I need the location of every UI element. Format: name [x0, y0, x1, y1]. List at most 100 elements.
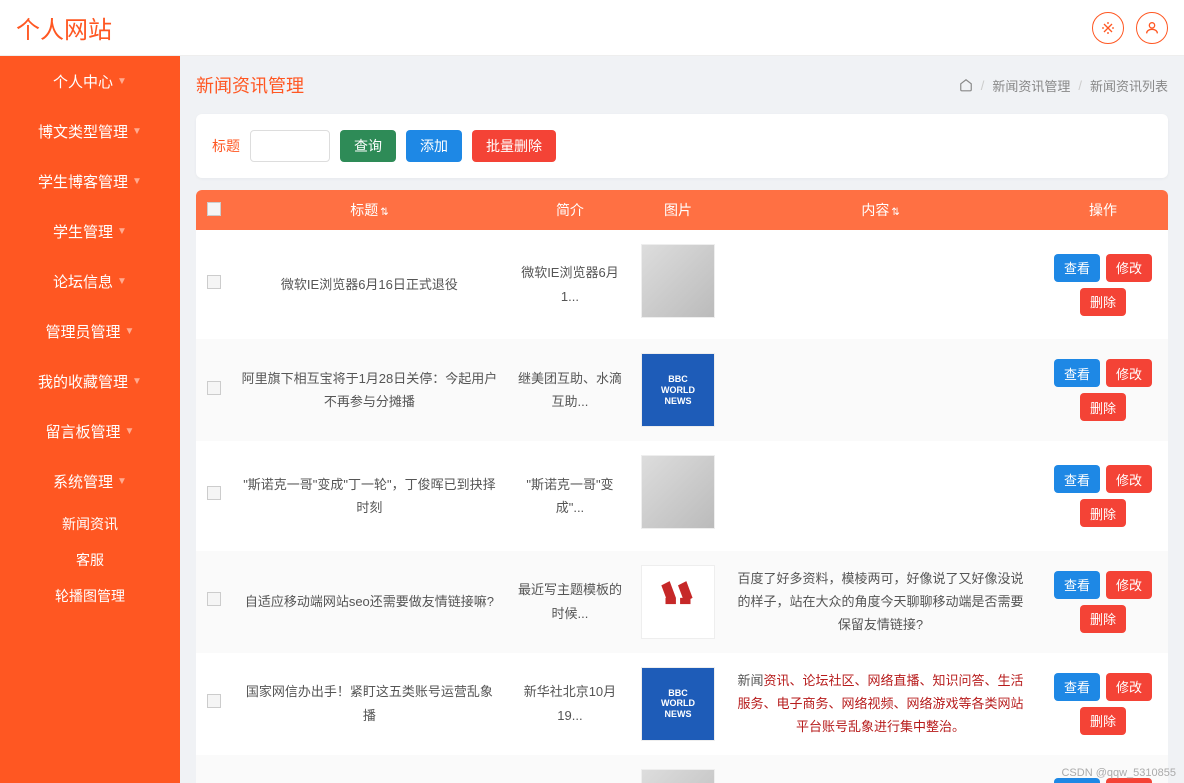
- cell-intro: "斯诺克一哥"变成"...: [507, 441, 633, 550]
- sidebar-sub-service[interactable]: 客服: [0, 542, 180, 578]
- delete-button[interactable]: 删除: [1080, 499, 1126, 527]
- row-checkbox[interactable]: [207, 381, 221, 395]
- sidebar-item-system[interactable]: 系统管理▼: [0, 456, 180, 506]
- row-checkbox[interactable]: [207, 275, 221, 289]
- toolbar-card: 标题 查询 添加 批量删除: [196, 114, 1168, 178]
- view-button[interactable]: 查看: [1054, 254, 1100, 282]
- header: 个人网站: [0, 0, 1184, 56]
- view-button[interactable]: 查看: [1054, 673, 1100, 701]
- col-image: 图片: [633, 190, 723, 230]
- sidebar-item-favorites[interactable]: 我的收藏管理▼: [0, 356, 180, 406]
- search-button[interactable]: 查询: [340, 130, 396, 162]
- sidebar-item-admin[interactable]: 管理员管理▼: [0, 306, 180, 356]
- table-row: 国家网信办出手！紧盯这五类账号运营乱象播新华社北京10月19...BBCWORL…: [196, 653, 1168, 755]
- cell-intro: 新华社北京10月19...: [507, 653, 633, 755]
- col-action: 操作: [1038, 190, 1168, 230]
- sidebar-item-personal[interactable]: 个人中心▼: [0, 56, 180, 106]
- cell-title: 自适应移动端网站seo还需要做友情链接嘛?: [232, 551, 507, 653]
- cell-content: [723, 230, 1038, 339]
- logo: 个人网站: [16, 10, 112, 45]
- chevron-down-icon: ▼: [125, 326, 135, 337]
- delete-button[interactable]: 删除: [1080, 393, 1126, 421]
- add-button[interactable]: 添加: [406, 130, 462, 162]
- thumbnail: [641, 769, 715, 783]
- thumbnail: [641, 455, 715, 529]
- chevron-down-icon: ▼: [132, 176, 142, 187]
- breadcrumb: / 新闻资讯管理 / 新闻资讯列表: [959, 76, 1168, 95]
- watermark: CSDN @qqw_5310855: [1061, 767, 1176, 779]
- table-row: 阿里旗下相互宝将于1月28日关停：今起用户不再参与分摊播继美团互助、水滴互助..…: [196, 339, 1168, 441]
- sort-icon[interactable]: ⇅: [891, 207, 899, 218]
- edit-button[interactable]: 修改: [1106, 778, 1152, 783]
- cell-content: [723, 441, 1038, 550]
- batch-delete-button[interactable]: 批量删除: [472, 130, 556, 162]
- delete-button[interactable]: 删除: [1080, 707, 1126, 735]
- thumbnail: BBCWORLDNEWS: [641, 667, 715, 741]
- sidebar-item-forum[interactable]: 论坛信息▼: [0, 256, 180, 306]
- search-label: 标题: [212, 136, 240, 156]
- table-row: 自适应移动端网站seo还需要做友情链接嘛?最近写主题模板的时候... 百度了好多资…: [196, 551, 1168, 653]
- sort-icon[interactable]: ⇅: [380, 207, 388, 218]
- edit-button[interactable]: 修改: [1106, 571, 1152, 599]
- view-button[interactable]: 查看: [1054, 359, 1100, 387]
- cell-intro: 吴京。1974年出生...: [507, 755, 633, 783]
- cell-content: 百度了好多资料，模棱两可，好像说了又好像没说的样子，站在大众的角度今天聊聊移动端…: [723, 551, 1038, 653]
- sidebar-item-studentblog[interactable]: 学生博客管理▼: [0, 156, 180, 206]
- breadcrumb-item[interactable]: 新闻资讯管理: [992, 76, 1070, 95]
- page-title: 新闻资讯管理: [196, 72, 304, 98]
- col-intro: 简介: [507, 190, 633, 230]
- delete-button[interactable]: 删除: [1080, 288, 1126, 316]
- row-checkbox[interactable]: [207, 694, 221, 708]
- cell-title: 吴京塑造的7个经典角色，很多演员一生难拥有一个经典!: [232, 755, 507, 783]
- sidebar-sub-news[interactable]: 新闻资讯: [0, 506, 180, 542]
- cell-content: 新闻资讯、论坛社区、网络直播、知识问答、生活服务、电子商务、网络视频、网络游戏等…: [723, 653, 1038, 755]
- chevron-down-icon: ▼: [117, 276, 127, 287]
- chevron-down-icon: ▼: [117, 476, 127, 487]
- breadcrumb-item: 新闻资讯列表: [1090, 76, 1168, 95]
- cell-title: "斯诺克一哥"变成"丁一轮"，丁俊晖已到抉择时刻: [232, 441, 507, 550]
- thumbnail: BBCWORLDNEWS: [641, 353, 715, 427]
- edit-button[interactable]: 修改: [1106, 465, 1152, 493]
- table-row: 吴京塑造的7个经典角色，很多演员一生难拥有一个经典!吴京。1974年出生... 查…: [196, 755, 1168, 783]
- chevron-down-icon: ▼: [132, 126, 142, 137]
- cell-content: [723, 755, 1038, 783]
- user-icon[interactable]: [1136, 12, 1168, 44]
- view-button[interactable]: 查看: [1054, 778, 1100, 783]
- delete-button[interactable]: 删除: [1080, 605, 1126, 633]
- table-row: 微软IE浏览器6月16日正式退役微软IE浏览器6月1... 查看修改删除: [196, 230, 1168, 339]
- home-icon: [959, 78, 973, 92]
- row-checkbox[interactable]: [207, 486, 221, 500]
- edit-button[interactable]: 修改: [1106, 254, 1152, 282]
- thumbnail: [641, 244, 715, 318]
- cell-title: 国家网信办出手！紧盯这五类账号运营乱象播: [232, 653, 507, 755]
- edit-button[interactable]: 修改: [1106, 673, 1152, 701]
- sidebar-item-student[interactable]: 学生管理▼: [0, 206, 180, 256]
- cell-intro: 继美团互助、水滴互助...: [507, 339, 633, 441]
- edit-button[interactable]: 修改: [1106, 359, 1152, 387]
- checkbox-all[interactable]: [207, 202, 221, 216]
- col-content: 内容⇅: [723, 190, 1038, 230]
- view-button[interactable]: 查看: [1054, 571, 1100, 599]
- chevron-down-icon: ▼: [132, 376, 142, 387]
- thumbnail: [641, 565, 715, 639]
- view-button[interactable]: 查看: [1054, 465, 1100, 493]
- sidebar: 个人中心▼ 博文类型管理▼ 学生博客管理▼ 学生管理▼ 论坛信息▼ 管理员管理▼…: [0, 56, 180, 783]
- cell-title: 阿里旗下相互宝将于1月28日关停：今起用户不再参与分摊播: [232, 339, 507, 441]
- cell-intro: 微软IE浏览器6月1...: [507, 230, 633, 339]
- sidebar-item-blogtype[interactable]: 博文类型管理▼: [0, 106, 180, 156]
- news-table: 标题⇅ 简介 图片 内容⇅ 操作 微软IE浏览器6月16日正式退役微软IE浏览器…: [196, 190, 1168, 783]
- sidebar-sub-carousel[interactable]: 轮播图管理: [0, 578, 180, 614]
- search-input[interactable]: [250, 130, 330, 162]
- main-content: 新闻资讯管理 / 新闻资讯管理 / 新闻资讯列表 标题 查询 添加 批量删除: [180, 56, 1184, 783]
- chevron-down-icon: ▼: [117, 76, 127, 87]
- table-row: "斯诺克一哥"变成"丁一轮"，丁俊晖已到抉择时刻"斯诺克一哥"变成"... 查看修…: [196, 441, 1168, 550]
- cell-content: [723, 339, 1038, 441]
- cell-intro: 最近写主题模板的时候...: [507, 551, 633, 653]
- col-title: 标题⇅: [232, 190, 507, 230]
- cell-title: 微软IE浏览器6月16日正式退役: [232, 230, 507, 339]
- sidebar-item-guestbook[interactable]: 留言板管理▼: [0, 406, 180, 456]
- chevron-down-icon: ▼: [117, 226, 127, 237]
- tools-icon[interactable]: [1092, 12, 1124, 44]
- chevron-down-icon: ▼: [125, 426, 135, 437]
- row-checkbox[interactable]: [207, 592, 221, 606]
